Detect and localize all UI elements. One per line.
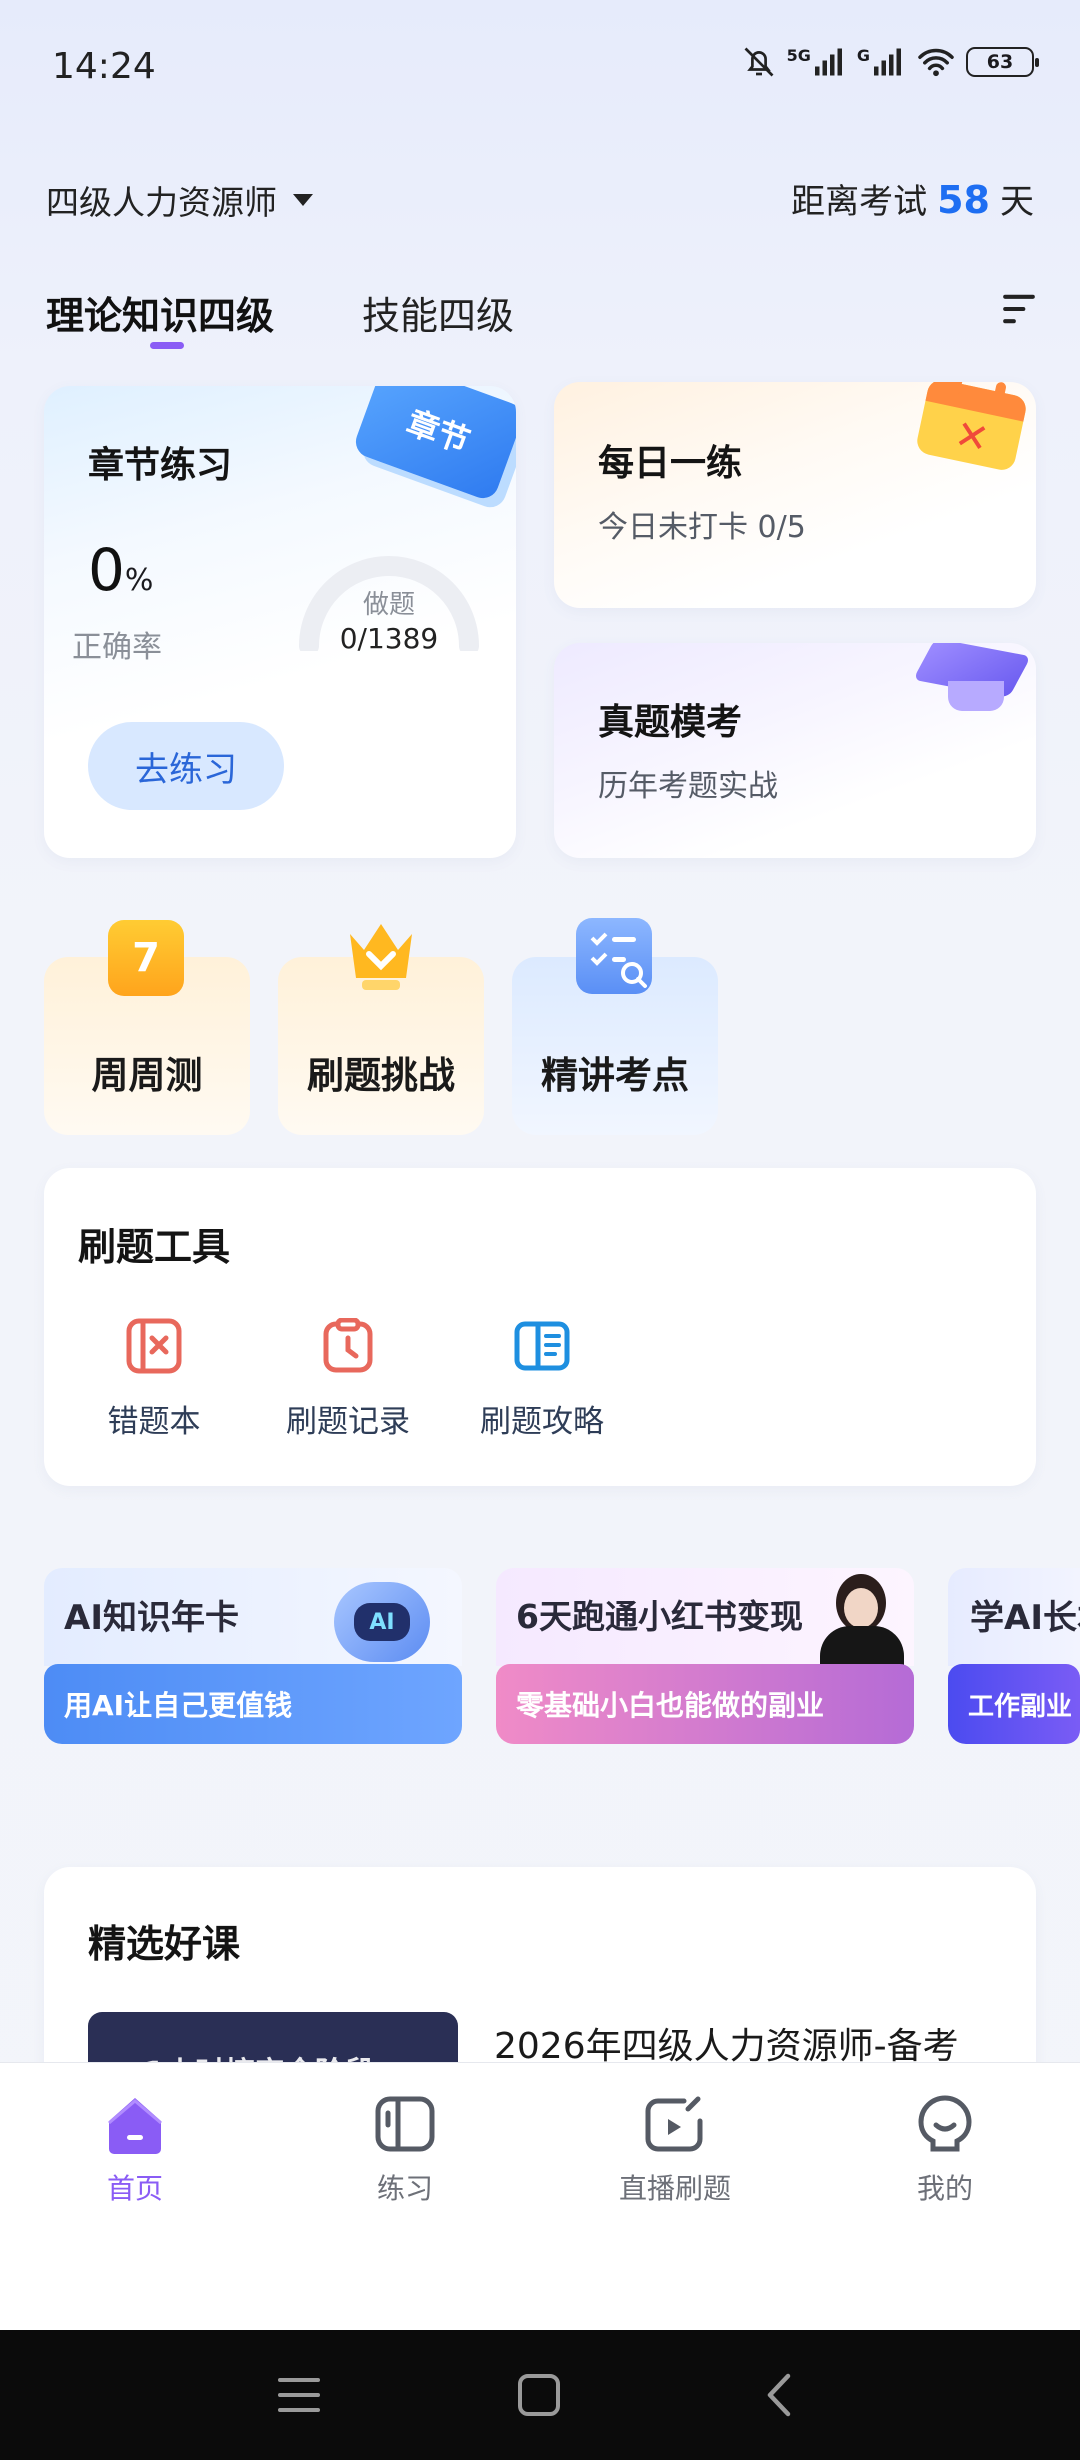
daily-card-subtitle: 今日未打卡 0/5 <box>598 510 806 545</box>
caret-down-icon <box>293 194 313 206</box>
profile-icon <box>918 2095 972 2152</box>
bottom-nav: 首页 练习 直播刷题 我的 <box>0 2062 1080 2330</box>
live-icon <box>645 2096 703 2152</box>
ai-robot-icon: AI <box>334 1582 430 1662</box>
graduation-cap-icon <box>912 643 1034 717</box>
accuracy-value: 0% <box>88 536 154 604</box>
banner-xiaohongshu[interactable]: 6天跑通小红书变现 零基础小白也能做的副业 <box>496 1568 914 1744</box>
presenter-photo <box>814 1568 910 1670</box>
nav-practice-label: 练习 <box>376 2172 433 2205</box>
banner-xhs-subtitle: 零基础小白也能做的副业 <box>496 1664 914 1744</box>
history-icon <box>323 1318 373 1373</box>
mock-card-subtitle: 历年考题实战 <box>598 769 778 804</box>
exam-name: 四级人力资源师 <box>46 183 277 222</box>
nav-practice[interactable]: 练习 <box>270 2093 540 2207</box>
sort-menu-icon[interactable] <box>1000 290 1038 328</box>
shortcut-key-points-label: 精讲考点 <box>541 1054 689 1097</box>
tool-wrong-book-label: 错题本 <box>107 1404 201 1440</box>
back-icon[interactable] <box>760 2370 796 2420</box>
practice-icon <box>375 2096 435 2152</box>
signal-g-label: G <box>856 45 870 65</box>
tool-history-label: 刷题记录 <box>286 1404 410 1440</box>
shortcut-challenge-label: 刷题挑战 <box>307 1054 455 1097</box>
system-nav-bar <box>0 2330 1080 2460</box>
nav-live[interactable]: 直播刷题 <box>540 2093 810 2207</box>
daily-card-title: 每日一练 <box>598 443 743 484</box>
exam-countdown: 距离考试 58 天 <box>791 174 1034 223</box>
status-time: 14:24 <box>52 46 156 87</box>
tab-theory[interactable]: 理论知识四级 <box>46 285 274 340</box>
mute-bell-icon <box>744 47 774 77</box>
chapter-practice-card[interactable]: 章节 章节练习 0% 正确率 做题 0/1389 去练习 <box>44 386 516 858</box>
nav-home[interactable]: 首页 <box>0 2093 270 2207</box>
guide-book-icon <box>514 1321 570 1371</box>
battery-icon: 63 <box>966 47 1039 77</box>
nav-live-label: 直播刷题 <box>618 2172 731 2205</box>
menu-icon[interactable] <box>276 2374 322 2416</box>
tool-history[interactable]: 刷题记录 <box>263 1318 433 1441</box>
battery-level: 63 <box>986 51 1014 73</box>
chapter-card-title: 章节练习 <box>88 445 233 486</box>
home-square-icon[interactable] <box>516 2372 562 2418</box>
wifi-icon <box>918 48 954 77</box>
progress-value: 0/1389 <box>339 622 439 655</box>
countdown-days: 58 <box>937 178 990 222</box>
signal-bars-2-icon <box>874 48 901 76</box>
chapter-badge: 章节 <box>351 386 516 503</box>
nav-home-label: 首页 <box>106 2172 163 2205</box>
banner-ai-card[interactable]: AI知识年卡 AI 用AI让自己更值钱 <box>44 1568 462 1744</box>
nav-profile[interactable]: 我的 <box>810 2093 1080 2207</box>
tab-active-indicator <box>150 342 184 349</box>
banner-ai-title: AI知识年卡 <box>64 1598 239 1638</box>
tool-wrong-book[interactable]: 错题本 <box>69 1318 239 1441</box>
nav-profile-label: 我的 <box>916 2172 973 2205</box>
mock-exam-card[interactable]: 真题模考 历年考题实战 <box>554 643 1036 858</box>
accuracy-label: 正确率 <box>72 630 162 665</box>
banner-ai-study-subtitle: 工作副业 <box>948 1664 1080 1744</box>
banner-xhs-title: 6天跑通小红书变现 <box>516 1597 803 1636</box>
mock-card-title: 真题模考 <box>598 702 743 743</box>
tools-card: 刷题工具 错题本 刷题记录 刷题攻略 <box>44 1168 1036 1486</box>
home-icon <box>108 2098 162 2154</box>
calendar-x-icon: ✕ <box>914 382 1036 478</box>
banner-ai-study-title: 学AI长本 <box>970 1598 1080 1638</box>
tool-guide[interactable]: 刷题攻略 <box>457 1318 627 1441</box>
signal-bars-icon <box>814 48 842 76</box>
signal-5g-label: 5G <box>786 45 811 65</box>
banner-ai-subtitle: 用AI让自己更值钱 <box>44 1664 462 1744</box>
banner-ai-study[interactable]: 学AI长本 工作副业 <box>948 1568 1080 1744</box>
countdown-prefix: 距离考试 <box>791 182 928 222</box>
checklist-icon <box>576 918 652 994</box>
tab-skill[interactable]: 技能四级 <box>362 285 514 340</box>
exam-selector[interactable]: 四级人力资源师 <box>46 176 313 224</box>
tools-title: 刷题工具 <box>78 1225 231 1269</box>
featured-title: 精选好课 <box>88 1922 241 1966</box>
calendar-7-icon: 7 <box>108 920 184 996</box>
status-icons: 5G G 63 <box>741 44 1039 80</box>
wrong-book-icon <box>126 1318 182 1374</box>
countdown-suffix: 天 <box>1000 182 1034 222</box>
daily-practice-card[interactable]: ✕ 每日一练 今日未打卡 0/5 <box>554 382 1036 608</box>
progress-label: 做题 <box>362 590 415 620</box>
crown-icon <box>350 924 412 990</box>
tool-guide-label: 刷题攻略 <box>480 1404 604 1440</box>
go-practice-button[interactable]: 去练习 <box>88 722 284 810</box>
shortcut-weekly-test-label: 周周测 <box>91 1054 203 1097</box>
